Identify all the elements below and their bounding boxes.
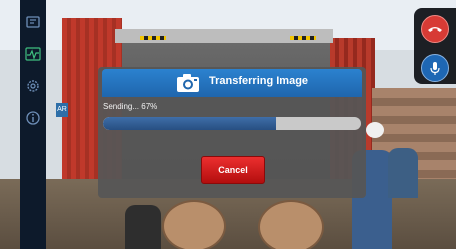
activity-icon[interactable]	[25, 46, 41, 62]
worker	[125, 205, 161, 249]
sidebar	[20, 0, 46, 249]
end-call-icon	[428, 27, 442, 32]
dialog-header: Transferring Image	[102, 69, 362, 97]
wall-sign: AR	[56, 103, 68, 117]
call-controls	[414, 8, 456, 84]
transfer-dialog: Transferring Image Sending... 67% Cancel	[98, 67, 366, 198]
log-end	[162, 200, 226, 249]
progress-fill	[103, 117, 276, 130]
info-icon[interactable]	[25, 110, 41, 126]
hard-hat	[366, 122, 384, 138]
microphone-button[interactable]	[421, 54, 449, 82]
hazard-stripe	[290, 36, 316, 40]
cancel-button[interactable]: Cancel	[201, 156, 265, 184]
camera-icon	[177, 74, 199, 92]
log-end	[258, 200, 324, 249]
progress-bar	[103, 117, 361, 130]
microphone-icon	[430, 62, 440, 75]
settings-icon[interactable]	[25, 78, 41, 94]
image-icon[interactable]	[25, 14, 41, 30]
dialog-title: Transferring Image	[209, 75, 309, 87]
worker	[388, 148, 418, 198]
hazard-stripe	[140, 36, 166, 40]
transfer-status: Sending... 67%	[103, 102, 158, 111]
end-call-button[interactable]	[421, 15, 449, 43]
app-screen: AR Transferring Image Sending... 67% Can…	[0, 0, 456, 249]
